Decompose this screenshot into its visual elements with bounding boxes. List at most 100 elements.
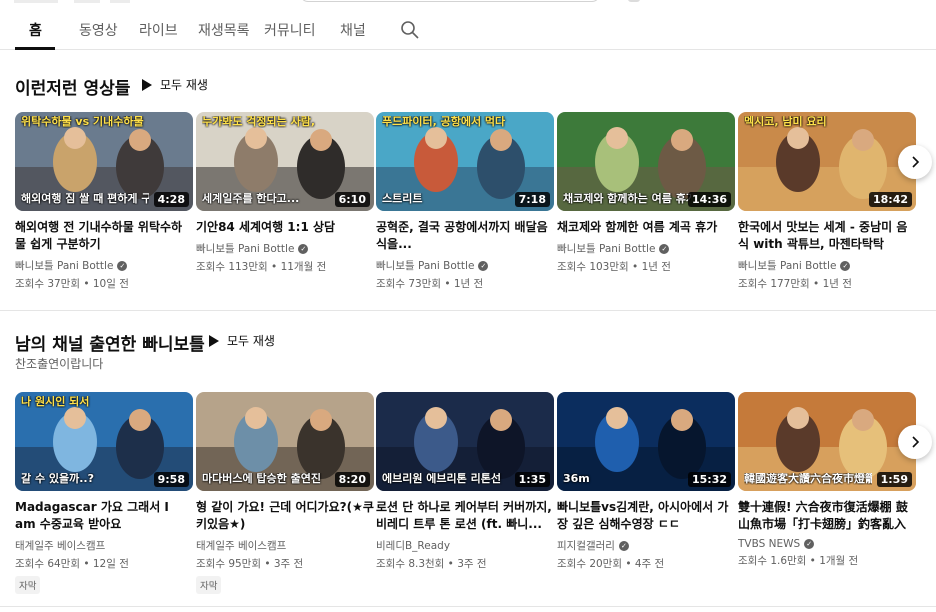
view-count: 조회수 64만회 <box>15 558 80 570</box>
video-thumbnail[interactable]: 韓國遊客大讚六合夜市燈籠 1:59 <box>738 392 916 491</box>
check-circle-icon: ✓ <box>840 260 851 271</box>
video-thumbnail[interactable]: 채코제와 함께하는 여름 휴가 14:36 <box>557 112 735 211</box>
video-duration: 4:28 <box>153 192 189 207</box>
meta-separator: • <box>261 558 274 570</box>
video-card[interactable]: 누가봐도 걱정되는 사람, 세계일주를 한다고... 6:10 기안84 세계여행 1… <box>196 112 374 274</box>
view-count: 조회수 113만회 <box>196 261 268 273</box>
tab-home[interactable]: 홈 <box>29 20 42 40</box>
thumbnail-caption: 해외여행 짐 쌀 때 편하게 구분하는 법 <box>21 193 149 205</box>
section-subtitle: 찬조출연이랍니다 <box>15 357 104 371</box>
channel-name-label: 빠니보틀 Pani Bottle <box>557 243 656 255</box>
video-thumbnail[interactable]: 에브리원 에브리톤 리톤선 1:35 <box>376 392 554 491</box>
upload-age: 1년 전 <box>453 278 484 290</box>
shelf-next-button[interactable] <box>898 145 932 179</box>
channel-name[interactable]: 태계일주 베이스캠프 <box>15 538 193 553</box>
video-shelf: 위탁수하물 vs 기내수하물해외여행 짐 쌀 때 편하게 구분하는 법 4:28 해… <box>15 112 936 312</box>
video-duration: 14:36 <box>687 192 731 207</box>
channel-name[interactable]: 피지컬갤러리 ✓ <box>557 538 735 553</box>
video-card[interactable]: 에브리원 에브리톤 리톤선 1:35 로션 단 하나로 케어부터 커버까지, 비레디… <box>376 392 554 571</box>
video-title[interactable]: 해외여행 전 기내수하물 위탁수하물 쉽게 구분하기 <box>15 219 193 253</box>
video-title[interactable]: 기안84 세계여행 1:1 상담 <box>196 219 374 236</box>
search-icon[interactable] <box>400 20 420 40</box>
channel-name[interactable]: 빠니보틀 Pani Bottle ✓ <box>196 241 374 256</box>
video-meta: 조회수 64만회 • 12일 전 <box>15 556 193 571</box>
meta-separator: • <box>806 555 820 567</box>
video-card[interactable]: 마다버스에 탑승한 출연진 8:20 형 같이 가요! 근데 어디가요?(★쿠키있음… <box>196 392 374 594</box>
channel-name[interactable]: 빠니보틀 Pani Bottle ✓ <box>376 258 554 273</box>
active-tab-indicator <box>15 47 55 50</box>
video-title[interactable]: 채코제와 함께한 여름 계곡 휴가 <box>557 219 735 236</box>
tab-community[interactable]: 커뮤니티 <box>264 20 316 40</box>
view-count: 조회수 37만회 <box>15 278 80 290</box>
video-duration: 8:20 <box>334 472 370 487</box>
upload-age: 3주 전 <box>273 558 304 570</box>
channel-name[interactable]: 빠니보틀 Pani Bottle ✓ <box>15 258 193 273</box>
video-thumbnail[interactable]: 나 원시인 되서 갈 수 있을까..? 9:58 <box>15 392 193 491</box>
section-title: 남의 채널 출연한 빠니보틀 <box>15 335 205 355</box>
play-all-label: 모두 재생 <box>160 78 208 92</box>
video-card[interactable]: 푸드파이터, 공항에서 먹다 스트리트 7:18 공혁준, 결국 공항에서까지 배달음… <box>376 112 554 291</box>
channel-tabs: 홈 동영상 라이브 재생목록 커뮤니티 채널 <box>0 10 936 50</box>
video-thumbnail[interactable]: 멕시코, 남미 요리 18:42 <box>738 112 916 211</box>
view-count: 조회수 95만회 <box>196 558 261 570</box>
upload-age: 1년 전 <box>822 278 852 290</box>
channel-name-label: 비레디B_Ready <box>376 540 451 552</box>
shelf-next-button[interactable] <box>898 425 932 459</box>
video-thumbnail[interactable]: 위탁수하물 vs 기내수하물해외여행 짐 쌀 때 편하게 구분하는 법 4:28 <box>15 112 193 211</box>
video-meta: 조회수 103만회 • 1년 전 <box>557 259 735 274</box>
view-count: 조회수 1.6만회 <box>738 555 807 567</box>
video-card[interactable]: 36m 15:32 빠니보틀vs김계란, 아시아에서 가장 깊은 심해수영장 ㄷㄷ 피… <box>557 392 735 571</box>
thumbnail-caption: 36m <box>563 473 590 485</box>
video-thumbnail[interactable]: 누가봐도 걱정되는 사람, 세계일주를 한다고... 6:10 <box>196 112 374 211</box>
channel-name[interactable]: 빠니보틀 Pani Bottle ✓ <box>557 241 735 256</box>
video-card[interactable]: 채코제와 함께하는 여름 휴가 14:36 채코제와 함께한 여름 계곡 휴가빠니보… <box>557 112 735 274</box>
video-meta: 조회수 113만회 • 11개월 전 <box>196 259 374 274</box>
video-card[interactable]: 韓國遊客大讚六合夜市燈籠 1:59 雙十連假! 六合夜市復活爆棚 鼓山魚市場「打卡翅… <box>738 392 916 568</box>
channel-name[interactable]: 태계일주 베이스캠프 <box>196 538 374 553</box>
video-title[interactable]: 로션 단 하나로 케어부터 커버까지, 비레디 트루 톤 로션 (ft. 빠니.… <box>376 499 554 533</box>
video-title[interactable]: 빠니보틀vs김계란, 아시아에서 가장 깊은 심해수영장 ㄷㄷ <box>557 499 735 533</box>
video-title[interactable]: 한국에서 맛보는 세계 - 중남미 음식 with 곽튜브, 마젠타탁탁 <box>738 219 916 253</box>
video-card[interactable]: 멕시코, 남미 요리 18:42 한국에서 맛보는 세계 - 중남미 음식 with… <box>738 112 916 291</box>
thumbnail-caption: 멕시코, 남미 요리 <box>744 116 827 128</box>
video-thumbnail[interactable]: 마다버스에 탑승한 출연진 8:20 <box>196 392 374 491</box>
caption-badge: 자막 <box>15 576 41 594</box>
section-divider <box>0 606 936 607</box>
meta-separator: • <box>809 278 823 290</box>
video-card[interactable]: 위탁수하물 vs 기내수하물해외여행 짐 쌀 때 편하게 구분하는 법 4:28 해… <box>15 112 193 291</box>
video-title[interactable]: 공혁준, 결국 공항에서까지 배달음식을... <box>376 219 554 253</box>
play-icon <box>142 78 152 91</box>
video-title[interactable]: Madagascar 가요 그래서 I am 수중교육 받아요 <box>15 499 193 533</box>
tab-channels[interactable]: 채널 <box>340 20 366 40</box>
channel-name[interactable]: 비레디B_Ready <box>376 538 554 553</box>
view-count: 조회수 20만회 <box>557 558 622 570</box>
tab-playlists[interactable]: 재생목록 <box>198 20 250 40</box>
channel-name-label: TVBS NEWS <box>738 538 801 550</box>
video-thumbnail[interactable]: 36m 15:32 <box>557 392 735 491</box>
play-all-button[interactable]: 모두 재생 <box>142 76 208 93</box>
view-count: 조회수 73만회 <box>376 278 441 290</box>
search-bar-clipped[interactable] <box>300 0 600 2</box>
video-meta: 조회수 8.3천회 • 3주 전 <box>376 556 554 571</box>
thumbnail-caption: 에브리원 에브리톤 리톤선 <box>382 473 501 485</box>
video-meta: 조회수 95만회 • 3주 전 <box>196 556 374 571</box>
video-meta: 조회수 1.6만회 • 1개월 전 <box>738 553 916 568</box>
check-circle-icon: ✓ <box>659 243 670 254</box>
video-thumbnail[interactable]: 푸드파이터, 공항에서 먹다 스트리트 7:18 <box>376 112 554 211</box>
header-icon-clipped[interactable] <box>628 0 640 2</box>
section-divider <box>0 310 936 311</box>
meta-separator: • <box>441 278 454 290</box>
video-meta: 조회수 20만회 • 4주 전 <box>557 556 735 571</box>
thumbnail-caption: 갈 수 있을까..? <box>21 473 94 485</box>
video-title[interactable]: 雙十連假! 六合夜市復活爆棚 鼓山魚市場「打卡翅膀」釣客亂入｜... <box>738 499 916 533</box>
tab-videos[interactable]: 동영상 <box>79 20 118 40</box>
chevron-right-icon <box>912 156 920 168</box>
meta-separator: • <box>80 558 93 570</box>
check-circle-icon: ✓ <box>618 540 629 551</box>
channel-name[interactable]: 빠니보틀 Pani Bottle ✓ <box>738 258 916 273</box>
play-all-button[interactable]: 모두 재생 <box>209 332 275 349</box>
video-title[interactable]: 형 같이 가요! 근데 어디가요?(★쿠키있음★) <box>196 499 374 533</box>
tab-live[interactable]: 라이브 <box>139 20 178 40</box>
video-card[interactable]: 나 원시인 되서 갈 수 있을까..? 9:58 Madagascar 가요 그래서 … <box>15 392 193 594</box>
channel-name[interactable]: TVBS NEWS ✓ <box>738 538 916 550</box>
